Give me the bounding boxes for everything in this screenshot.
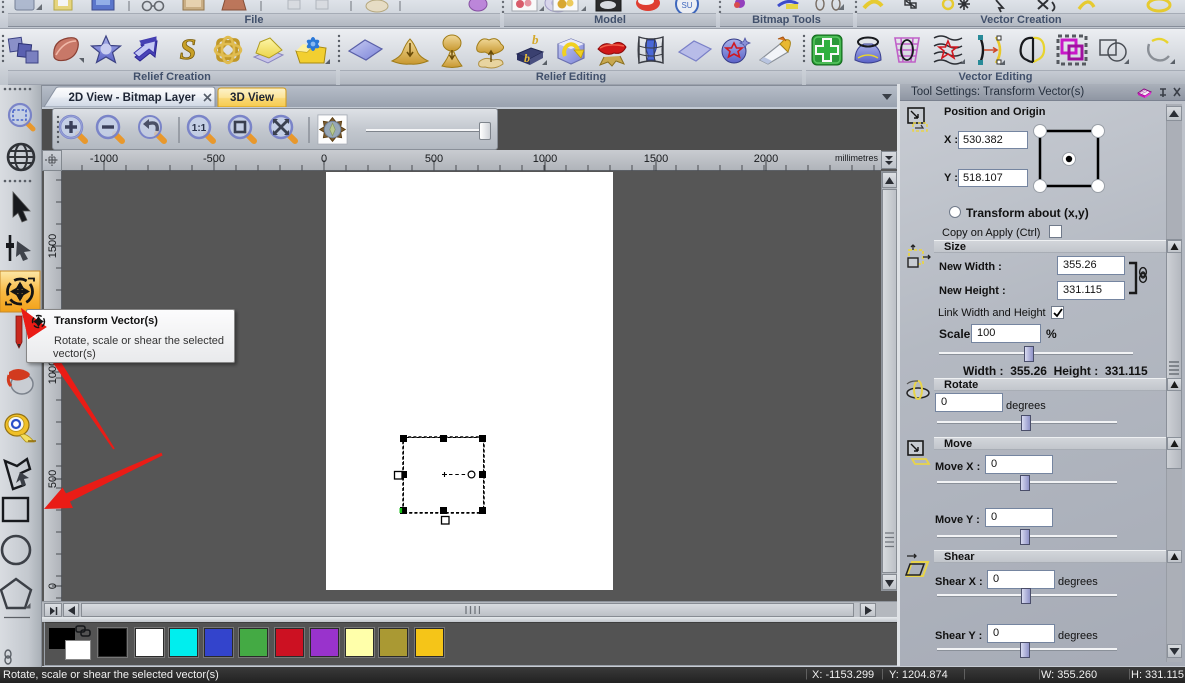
svg-text:500: 500 (47, 470, 59, 488)
svg-text:1000: 1000 (47, 360, 59, 384)
svg-text:500: 500 (425, 153, 443, 165)
svg-text:millimetres: millimetres (835, 153, 879, 163)
svg-text:-1000: -1000 (90, 153, 118, 165)
svg-text:-500: -500 (203, 153, 225, 165)
svg-text:2000: 2000 (754, 153, 778, 165)
svg-text:b: b (532, 32, 539, 47)
svg-text:b: b (524, 51, 530, 65)
svg-text:1:1: 1:1 (192, 123, 207, 134)
svg-text:0: 0 (321, 153, 327, 165)
svg-text:SU: SU (681, 1, 692, 10)
svg-text:1500: 1500 (644, 153, 668, 165)
svg-text:1500: 1500 (47, 234, 59, 258)
svg-text:0: 0 (47, 583, 59, 589)
svg-text:2D View - Bitmap Layer: 2D View - Bitmap Layer (69, 92, 196, 104)
svg-text:3D View: 3D View (230, 92, 274, 104)
svg-text:1000: 1000 (533, 153, 557, 165)
svg-text:S: S (180, 33, 197, 66)
